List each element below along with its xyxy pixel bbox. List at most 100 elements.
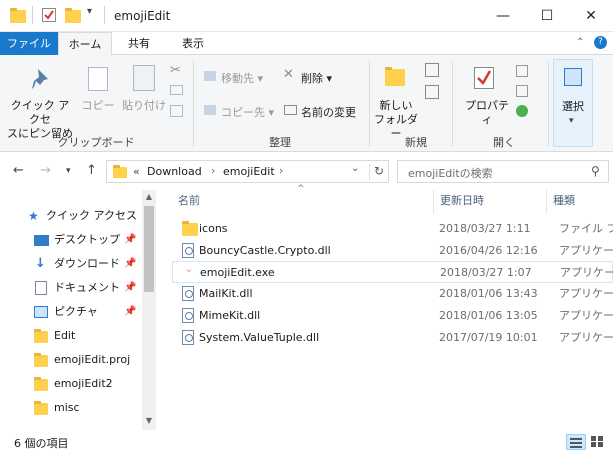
group-label-clipboard: クリップボード [57,136,135,149]
breadcrumb-download[interactable]: Download [147,165,202,178]
large-icons-view-button[interactable] [588,434,608,450]
scrollbar-thumb[interactable] [144,206,154,292]
divider [32,6,33,24]
chevron-right-icon[interactable]: › [279,164,283,177]
star-icon: ★ [28,209,39,223]
refresh-icon[interactable]: ↻ [369,164,384,180]
file-date: 2016/04/26 12:16 [439,244,538,257]
delete-button[interactable]: 削除 ▾ [301,70,332,86]
nav-item-documents[interactable]: ドキュメント 📌 [0,276,142,300]
chevron-right-icon[interactable]: › [211,164,215,177]
move-to-icon [204,71,216,81]
paste-button[interactable]: 貼り付け [120,99,168,113]
file-type: アプリケーシ [560,266,613,279]
nav-item-emojiedit2[interactable]: emojiEdit2 [0,372,142,396]
pictures-icon [34,306,48,318]
file-type: アプリケーシ [559,309,613,322]
file-row-bouncycastle[interactable]: BouncyCastle.Crypto.dll 2016/04/26 12:16… [172,240,613,262]
pin-icon[interactable]: 📌 [124,300,136,324]
pin-icon[interactable]: 📌 [124,252,136,276]
properties-button[interactable]: プロパティ [460,99,514,127]
copy-path-icon[interactable] [170,85,183,95]
pin-icon[interactable]: 📌 [124,276,136,300]
scroll-up-icon[interactable]: ▲ [142,190,156,204]
documents-icon [35,281,47,295]
details-view-button[interactable] [566,434,586,450]
column-header-type[interactable]: 種類 [553,190,575,212]
rename-button[interactable]: 名前の変更 [301,104,356,120]
back-button[interactable]: ← [13,163,24,178]
column-header-date[interactable]: 更新日時 [440,190,484,212]
address-dropdown-icon[interactable]: ⌄ [351,163,359,174]
collapse-ribbon-icon[interactable]: ⌃ [576,37,584,48]
tab-share[interactable]: 共有 [112,32,166,55]
open-icon[interactable] [516,65,528,77]
select-icon [564,68,582,86]
edit-icon[interactable] [516,85,528,97]
dll-icon [182,243,194,258]
paste-shortcut-icon[interactable] [170,105,183,117]
divider[interactable] [433,190,434,214]
search-placeholder: emojiEditの検索 [408,167,493,180]
group-label-open: 開く [493,136,515,149]
new-folder-quick-icon[interactable] [65,8,81,23]
file-type: アプリケーシ [559,331,613,344]
customize-quick-access-icon[interactable]: ▾ [87,6,92,17]
nav-item-desktop[interactable]: デスクトップ 📌 [0,228,142,252]
nav-item-label: デスクトップ [54,233,120,246]
app-icon: ᵕ [186,265,192,278]
address-bar[interactable]: « Download › emojiEdit › ⌄ ↻ [106,160,389,183]
file-row-icons[interactable]: icons 2018/03/27 1:11 ファイル フォ [172,218,613,240]
overflow-crumb[interactable]: « [133,165,140,178]
navigation-pane: ★ クイック アクセス デスクトップ 📌 ↓ ダウンロード 📌 ドキュメント 📌… [0,190,156,430]
file-row-valuetuple[interactable]: System.ValueTuple.dll 2017/07/19 10:01 ア… [172,327,613,349]
search-input[interactable]: emojiEditの検索 ⚲ [397,160,609,183]
scroll-down-icon[interactable]: ▼ [142,414,156,428]
file-name: System.ValueTuple.dll [199,331,320,344]
tab-file[interactable]: ファイル [0,32,58,55]
copy-button[interactable]: コピー [80,99,116,113]
properties-icon [474,67,494,89]
close-button[interactable]: ✕ [569,0,613,32]
nav-item-pictures[interactable]: ピクチャ 📌 [0,300,142,324]
nav-item-edit[interactable]: Edit [0,324,142,348]
nav-item-emojiedit-proj[interactable]: emojiEdit.proj [0,348,142,372]
nav-item-downloads[interactable]: ↓ ダウンロード 📌 [0,252,142,276]
window-title: emojiEdit [114,9,171,23]
delete-label: 削除 [301,72,323,85]
properties-quick-icon[interactable] [42,8,56,22]
forward-button[interactable]: → [40,163,51,178]
file-row-mimekit[interactable]: MimeKit.dll 2018/01/06 13:05 アプリケーシ [172,305,613,327]
copy-to-button[interactable]: コピー先 ▾ [221,104,274,120]
file-row-emojiedit-exe[interactable]: ᵕ emojiEdit.exe 2018/03/27 1:07 アプリケーシ [172,261,613,283]
select-button[interactable]: 選択 ▾ [553,59,593,147]
help-icon[interactable]: ? [594,36,607,49]
cut-icon[interactable]: ✂ [170,63,181,78]
nav-quick-access[interactable]: ★ クイック アクセス [0,204,142,228]
nav-scrollbar[interactable]: ▲ ▼ [142,190,156,430]
breadcrumb-emojiedit[interactable]: emojiEdit [223,165,275,178]
search-icon[interactable]: ⚲ [591,164,600,178]
move-to-button[interactable]: 移動先 ▾ [221,70,263,86]
minimize-button[interactable]: — [481,0,525,32]
divider[interactable] [546,190,547,214]
recent-locations-icon[interactable]: ▾ [66,166,71,176]
up-button[interactable]: ↑ [86,163,97,178]
history-icon[interactable] [516,105,528,117]
nav-item-label: ピクチャ [54,305,98,318]
pin-icon[interactable]: 📌 [124,228,136,252]
folder-icon [34,377,48,391]
column-header-name[interactable]: 名前 [178,190,200,212]
paste-icon [133,65,155,91]
new-item-icon[interactable] [425,63,439,77]
large-icons-view-icon [591,436,603,447]
copy-to-icon [204,105,216,115]
group-label-organize: 整理 [269,136,291,149]
easy-access-icon[interactable] [425,85,439,99]
file-date: 2018/01/06 13:43 [439,287,538,300]
maximize-button[interactable]: ☐ [525,0,569,32]
file-row-mailkit[interactable]: MailKit.dll 2018/01/06 13:43 アプリケーシ [172,283,613,305]
tab-view[interactable]: 表示 [166,32,220,55]
nav-item-misc[interactable]: misc [0,396,142,420]
tab-home[interactable]: ホーム [58,32,112,56]
